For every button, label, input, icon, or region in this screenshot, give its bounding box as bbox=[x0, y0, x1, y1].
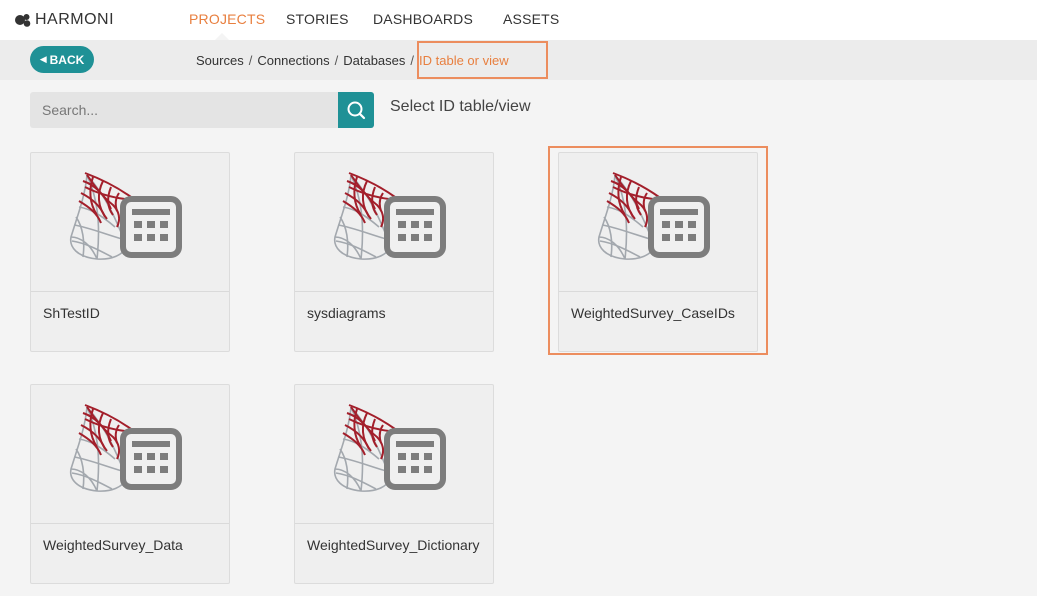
logo-text: HARMONI bbox=[35, 11, 115, 28]
nav-projects[interactable]: PROJECTS bbox=[189, 11, 265, 27]
breadcrumb-sources[interactable]: Sources bbox=[196, 53, 244, 68]
sql-server-table-icon bbox=[331, 399, 451, 499]
harmoni-logo-icon bbox=[15, 14, 31, 27]
table-card[interactable]: WeightedSurvey_Dictionary bbox=[294, 384, 494, 584]
page-title: Select ID table/view bbox=[390, 98, 531, 115]
breadcrumb-connections[interactable]: Connections bbox=[257, 53, 329, 68]
table-card[interactable]: WeightedSurvey_Data bbox=[30, 384, 230, 584]
table-name: sysdiagrams bbox=[307, 305, 386, 321]
search-box bbox=[30, 92, 374, 128]
card-icon-area bbox=[31, 385, 229, 524]
nav-stories[interactable]: STORIES bbox=[286, 11, 349, 27]
table-name: WeightedSurvey_Data bbox=[43, 537, 183, 553]
back-label: BACK bbox=[49, 52, 85, 67]
table-card[interactable]: sysdiagrams bbox=[294, 152, 494, 352]
table-name: ShTestID bbox=[43, 305, 100, 321]
sql-server-table-icon bbox=[67, 167, 187, 267]
top-navigation: HARMONI PROJECTS STORIES DASHBOARDS ASSE… bbox=[0, 0, 1037, 40]
breadcrumb-separator: / bbox=[334, 53, 339, 68]
card-highlight-box bbox=[548, 146, 768, 355]
breadcrumb-separator: / bbox=[248, 53, 253, 68]
search-button[interactable] bbox=[338, 92, 374, 128]
app-logo[interactable]: HARMONI bbox=[14, 10, 114, 30]
back-button[interactable]: ◀ BACK bbox=[30, 46, 94, 73]
search-icon bbox=[347, 101, 366, 120]
nav-dashboards[interactable]: DASHBOARDS bbox=[373, 11, 473, 27]
breadcrumb-databases[interactable]: Databases bbox=[343, 53, 405, 68]
breadcrumb-separator: / bbox=[410, 53, 415, 68]
breadcrumb-highlight-box bbox=[417, 41, 548, 79]
sql-server-table-icon bbox=[331, 167, 451, 267]
nav-assets[interactable]: ASSETS bbox=[503, 11, 559, 27]
table-card[interactable]: ShTestID bbox=[30, 152, 230, 352]
search-input[interactable] bbox=[30, 92, 338, 128]
card-icon-area bbox=[295, 153, 493, 292]
active-nav-indicator bbox=[215, 33, 229, 40]
card-icon-area bbox=[31, 153, 229, 292]
table-name: WeightedSurvey_Dictionary bbox=[307, 537, 480, 553]
card-icon-area bbox=[295, 385, 493, 524]
sql-server-table-icon bbox=[67, 399, 187, 499]
chevron-left-icon: ◀ bbox=[39, 54, 47, 64]
